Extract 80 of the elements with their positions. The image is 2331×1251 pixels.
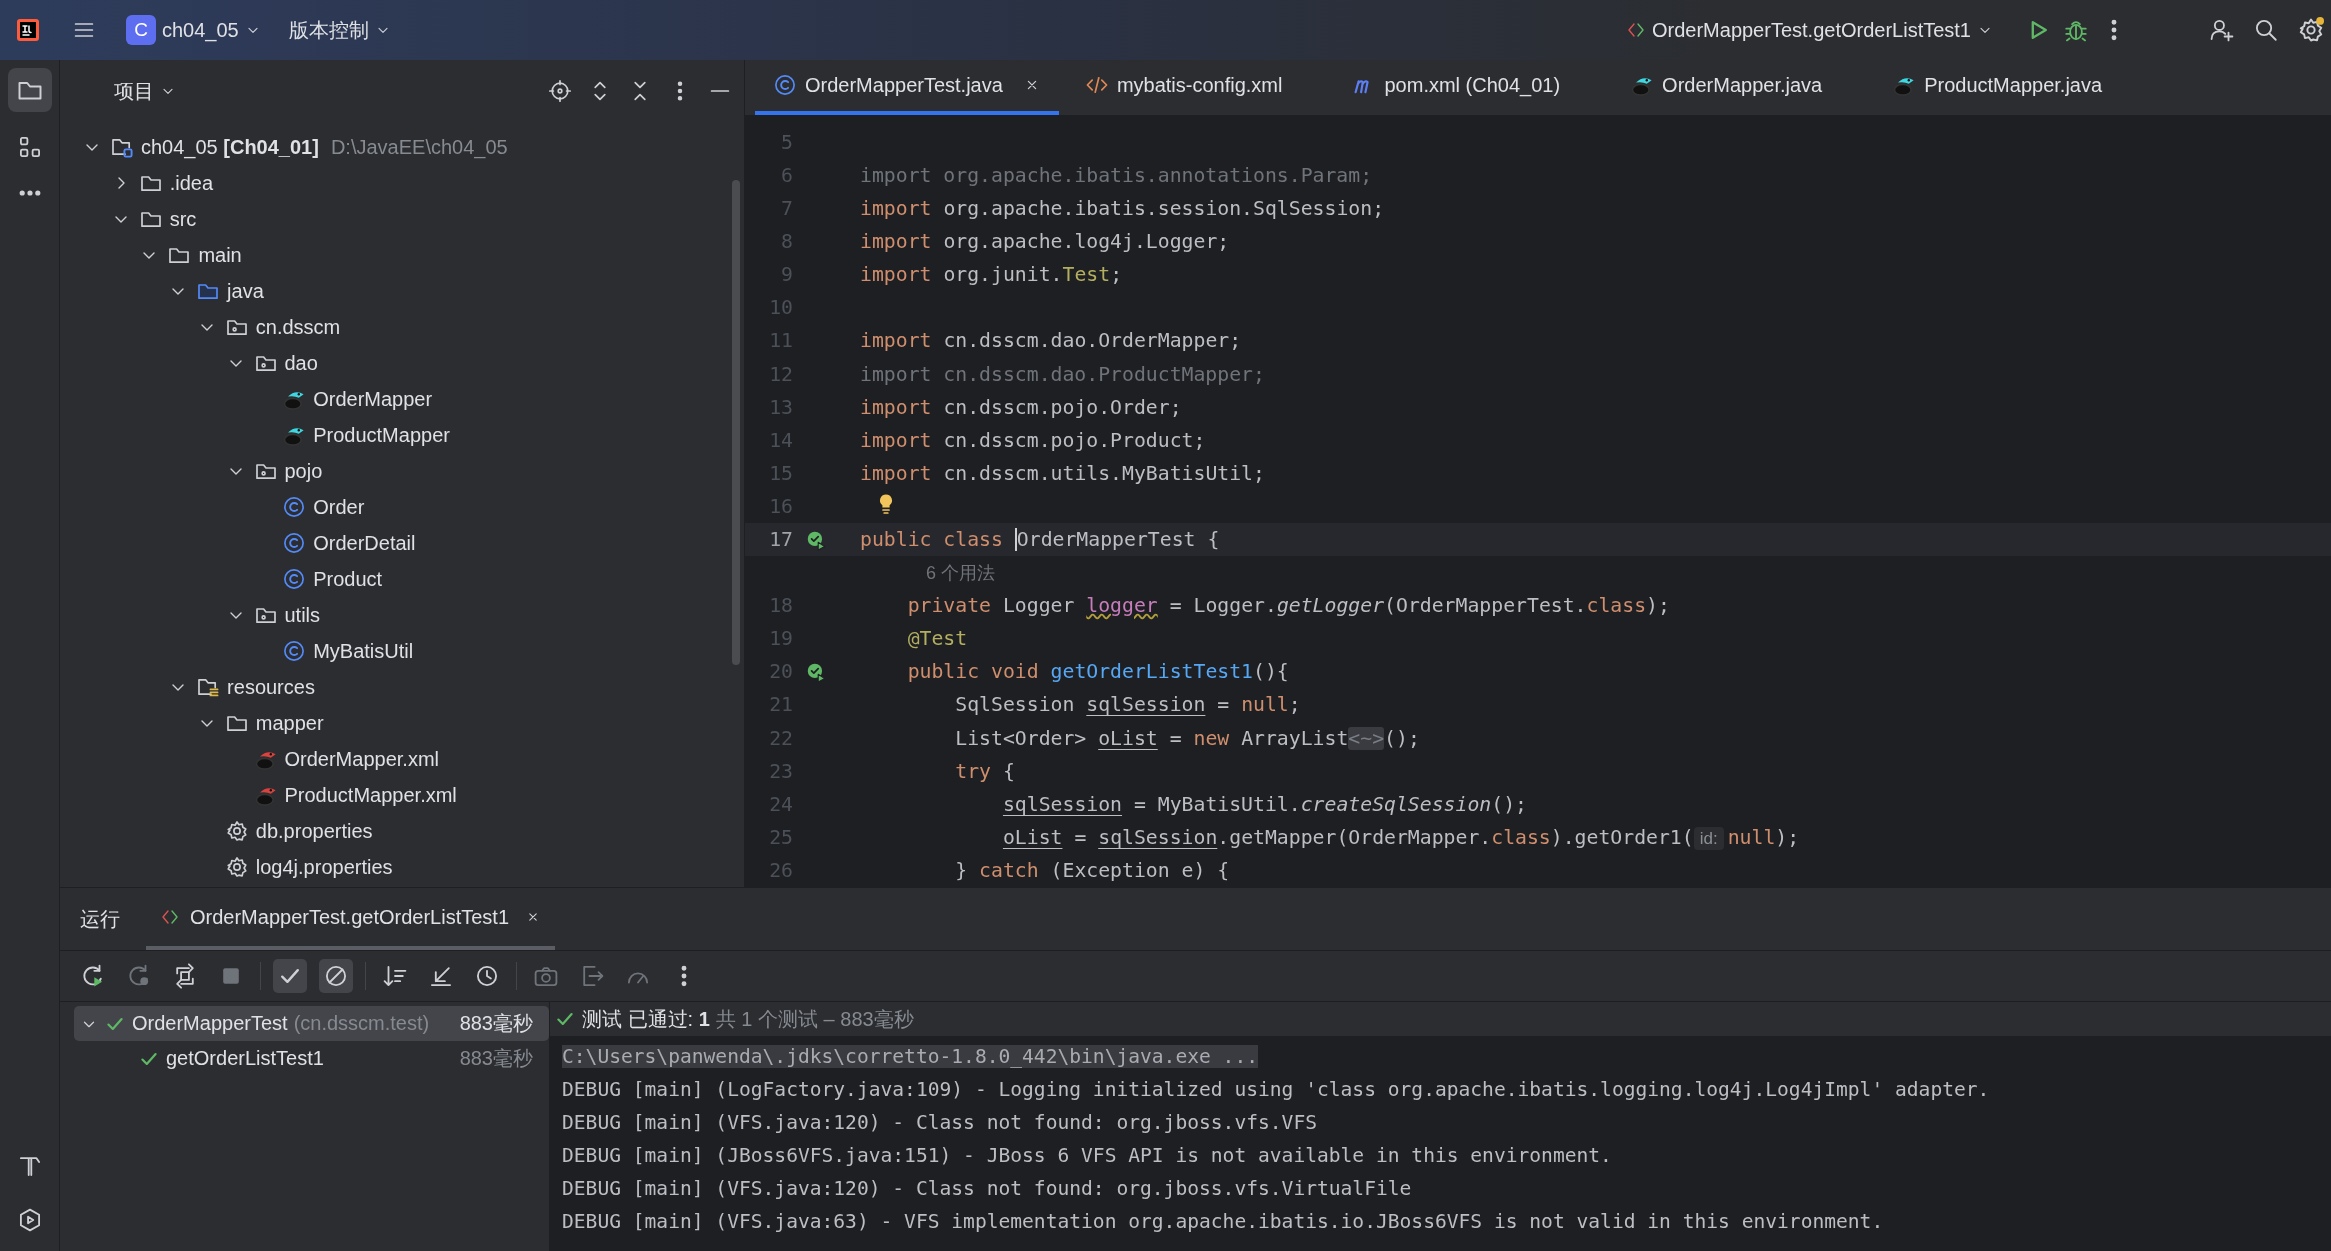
code-line: public class OrderMapperTest { bbox=[860, 528, 1220, 551]
panel-title: 运行 bbox=[80, 906, 120, 932]
console-command: C:\Users\panwenda\.jdks\corretto-1.8.0_442\bin\java.exe ... bbox=[562, 1045, 1258, 1068]
code-line: public void getOrderListTest1(){ bbox=[906, 660, 1289, 684]
project-tool-button[interactable] bbox=[7, 68, 52, 112]
run-tab[interactable]: OrderMapperTest.getOrderListTest1 bbox=[146, 888, 556, 950]
usages-hint[interactable]: 6 个用法 bbox=[745, 560, 995, 585]
code-line: } catch (Exception e) { bbox=[954, 858, 1230, 882]
code-line: import cn.dsscm.utils.MyBatisUtil; bbox=[860, 461, 1265, 485]
code-line: import org.junit.Test; bbox=[860, 263, 1123, 287]
class-icon bbox=[282, 495, 307, 519]
project-badge: C bbox=[126, 15, 156, 45]
run-config-selector[interactable]: OrderMapperTest.getOrderListTest1 bbox=[1617, 14, 2001, 46]
vcs-menu[interactable]: 版本控制 bbox=[280, 12, 399, 48]
tree-item[interactable]: pojo bbox=[60, 453, 744, 489]
class-icon bbox=[282, 531, 307, 555]
test-result-row[interactable]: getOrderListTest1 883毫秒 bbox=[74, 1041, 549, 1076]
tree-item[interactable]: resources bbox=[60, 669, 744, 705]
code-line: import cn.dsscm.pojo.Order; bbox=[860, 395, 1182, 419]
code-line: import cn.dsscm.dao.OrderMapper; bbox=[860, 329, 1242, 353]
console-line: DEBUG [main] (VFS.java:120) - Class not found: org.jboss.vfs.VirtualFile bbox=[562, 1177, 1412, 1200]
code-line: import org.apache.ibatis.session.SqlSession; bbox=[860, 197, 1385, 221]
tree-item[interactable]: Order bbox=[60, 489, 744, 525]
editor-tab[interactable]: ProductMapper.java bbox=[1874, 60, 2121, 115]
class-icon bbox=[282, 639, 307, 663]
code-line: import cn.dsscm.pojo.Product; bbox=[860, 428, 1206, 452]
code-line: @Test bbox=[906, 627, 968, 651]
tree-item[interactable]: ProductMapper.xml bbox=[60, 777, 744, 813]
code-line: sqlSession = MyBatisUtil.createSqlSession(); bbox=[1001, 792, 1527, 816]
scrollbar[interactable] bbox=[732, 180, 740, 665]
code-line: private Logger logger = Logger.getLogger(OrderMapperTest.class); bbox=[906, 594, 1670, 618]
tree-item[interactable]: mapper bbox=[60, 705, 744, 741]
add-user-icon[interactable] bbox=[2209, 17, 2235, 43]
console-line: DEBUG [main] (JBoss6VFS.java:151) - JBoss 6 VFS API is not available in this environment. bbox=[562, 1144, 1612, 1167]
show-ignored-icon[interactable] bbox=[319, 959, 353, 993]
code-line: SqlSession sqlSession = null; bbox=[954, 693, 1301, 717]
test-status: 测试 已通过: 1 bbox=[582, 1006, 710, 1032]
code-line: oList = sqlSession.getMapper(OrderMapper.class).getOrder1( id: null); bbox=[1001, 825, 1800, 849]
tree-item[interactable]: java bbox=[60, 273, 744, 309]
show-passed-icon[interactable] bbox=[273, 959, 307, 993]
console-line: DEBUG [main] (VFS.java:120) - Class not found: org.jboss.vfs.VFS bbox=[562, 1111, 1317, 1134]
editor-tab[interactable]: OrderMapper.java bbox=[1612, 60, 1841, 115]
app-logo-icon[interactable] bbox=[14, 16, 42, 44]
code-line: import org.apache.log4j.Logger; bbox=[860, 230, 1230, 254]
tree-item[interactable]: src bbox=[60, 201, 744, 237]
line-number: 17 bbox=[768, 528, 793, 551]
gear-icon bbox=[224, 855, 249, 879]
editor-tab[interactable]: OrderMapperTest.java bbox=[755, 60, 1059, 115]
console-line: DEBUG [main] (VFS.java:63) - VFS implementation org.apache.ibatis.io.JBoss6VFS is not valid in this environment. bbox=[562, 1210, 1884, 1233]
tree-item[interactable]: MyBatisUtil bbox=[60, 633, 744, 669]
editor-tab[interactable]: mybatis-config.xml bbox=[1066, 60, 1301, 115]
panel-title[interactable]: 项目 bbox=[60, 77, 176, 105]
tree-item[interactable]: utils bbox=[60, 597, 744, 633]
code-line: try { bbox=[954, 759, 1015, 783]
project-selector[interactable]: C ch04_05 bbox=[118, 11, 269, 49]
class-icon bbox=[282, 567, 307, 591]
gear-icon bbox=[224, 819, 249, 843]
tree-item[interactable]: Product bbox=[60, 561, 744, 597]
tree-item[interactable]: OrderDetail bbox=[60, 525, 744, 561]
tree-item[interactable]: OrderMapper.xml bbox=[60, 741, 744, 777]
tree-item[interactable]: cn.dsscm bbox=[60, 309, 744, 345]
tree-item[interactable]: .idea bbox=[60, 165, 744, 201]
code-line: import org.apache.ibatis.annotations.Param; bbox=[860, 164, 1373, 187]
tree-item[interactable]: dao bbox=[60, 345, 744, 381]
tree-item[interactable]: ProductMapper bbox=[60, 417, 744, 453]
tree-item[interactable]: log4j.properties bbox=[60, 849, 744, 885]
settings-icon[interactable] bbox=[2297, 16, 2325, 44]
console-line: DEBUG [main] (LogFactory.java:109) - Logging initialized using 'class org.apache.ibatis.logging.log4j.Log4jImpl' adapter. bbox=[562, 1078, 1990, 1101]
editor-tab[interactable]: pom.xml (Ch04_01) bbox=[1334, 60, 1579, 115]
tree-item[interactable]: ch04_05 [Ch04_01] D:\JavaEE\ch04_05 bbox=[60, 129, 744, 165]
search-icon[interactable] bbox=[2253, 17, 2279, 43]
test-summary: 共 1 个测试 – 883毫秒 bbox=[715, 1006, 914, 1032]
tree-item[interactable]: OrderMapper bbox=[60, 381, 744, 417]
class-icon bbox=[773, 73, 797, 98]
code-line: import cn.dsscm.dao.ProductMapper; bbox=[860, 362, 1265, 386]
tree-item[interactable]: main bbox=[60, 237, 744, 273]
test-result-row[interactable]: OrderMapperTest (cn.dsscm.test) 883毫秒 bbox=[74, 1006, 549, 1041]
tree-item[interactable]: db.properties bbox=[60, 813, 744, 849]
code-line: List<Order> oList = new ArrayList<~>(); bbox=[954, 726, 1420, 750]
locate-icon[interactable] bbox=[548, 79, 572, 103]
